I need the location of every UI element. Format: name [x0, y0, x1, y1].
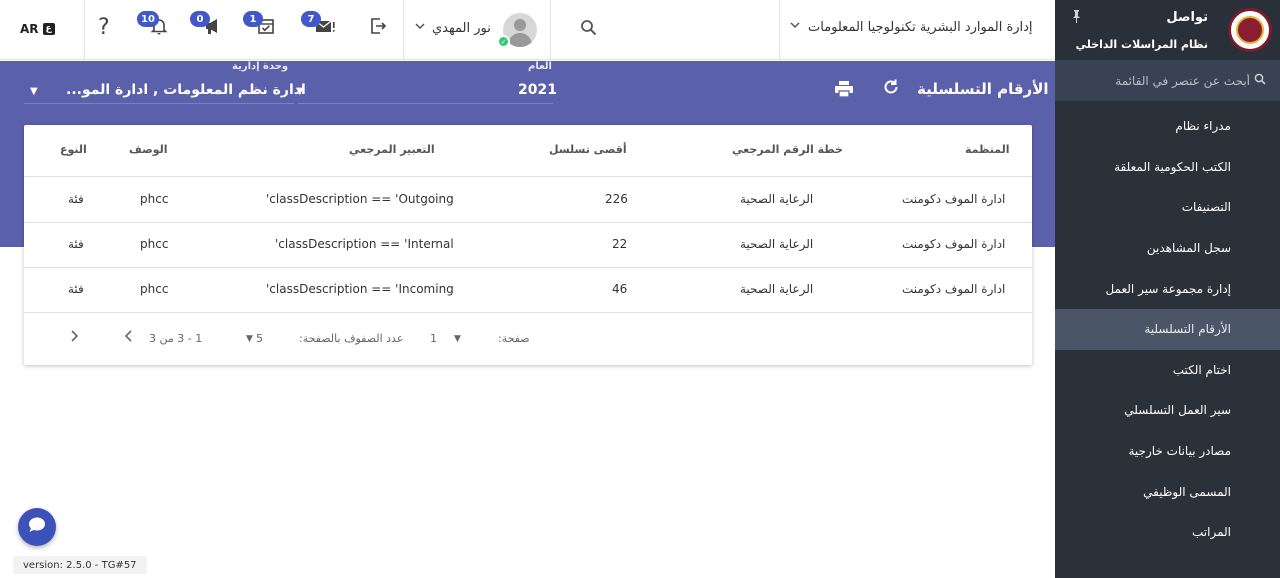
cell-type: فئة: [68, 192, 84, 206]
cell-max-sequence: 46: [612, 282, 628, 296]
language-switcher[interactable]: AR ع: [20, 22, 55, 36]
divider: [24, 176, 1032, 177]
cell-reference-expression: 'classDescription == 'Internal: [275, 237, 454, 251]
chat-bubble-icon: [27, 516, 47, 538]
tasks-count-badge: 1: [243, 11, 263, 27]
notifications-count-badge: 10: [137, 11, 159, 27]
search-icon: [1254, 73, 1266, 88]
sidebar-menu: مدراء نظام الكتب الحكومية المعلقة التصني…: [1055, 106, 1280, 553]
announcements-count-badge: 0: [190, 11, 210, 27]
refresh-icon[interactable]: [882, 78, 900, 101]
app-title: تواصل: [1166, 10, 1208, 25]
divider: [403, 0, 404, 60]
app-subtitle: نظام المراسلات الداخلي: [1075, 38, 1208, 51]
year-label: العام: [528, 61, 552, 72]
divider: [84, 0, 85, 60]
page-select-value: 1: [430, 332, 437, 345]
sidebar-item-workflow-groups[interactable]: إدارة مجموعة سير العمل: [1055, 268, 1280, 309]
cell-description: phcc: [140, 237, 169, 251]
column-header-reference-plan[interactable]: خطة الرقم المرجعي: [732, 143, 843, 156]
pagination-page-label: صفحة:: [498, 332, 530, 345]
page-title: الأرقام التسلسلية: [917, 80, 1049, 98]
sidebar-item-sequential-workflow[interactable]: سير العمل التسلسلي: [1055, 390, 1280, 431]
divider: [24, 222, 1032, 223]
sidebar-item-ranks[interactable]: المراتب: [1055, 512, 1280, 553]
cell-organization: ادارة الموف دكومنت: [902, 192, 1006, 206]
chevron-down-icon: [790, 20, 800, 33]
version-label: version: 2.5.0 - TG#57: [13, 556, 147, 574]
divider: [24, 267, 1032, 268]
print-icon[interactable]: [834, 80, 854, 102]
help-icon[interactable]: ?: [98, 15, 110, 40]
top-bar: إدارة الموارد البشرية تكنولوجيا المعلوما…: [0, 0, 1055, 60]
language-chip-icon: ع: [42, 23, 55, 35]
sidebar-header: تواصل نظام المراسلات الداخلي: [1055, 0, 1280, 60]
sidebar-item-pending-gov-letters[interactable]: الكتب الحكومية المعلقة: [1055, 147, 1280, 188]
user-name: نور المهدي: [432, 21, 491, 36]
mail-count-badge: 7: [301, 11, 321, 27]
logout-icon[interactable]: [369, 17, 387, 40]
divider: [24, 312, 1032, 313]
admin-unit-label: وحدة إدارية: [232, 61, 289, 72]
chevron-left-icon[interactable]: [124, 329, 134, 347]
rows-per-page-label: عدد الصفوف بالصفحة:: [299, 332, 404, 345]
sidebar-item-classifications[interactable]: التصنيفات: [1055, 187, 1280, 228]
year-value: 2021: [518, 82, 557, 98]
cell-organization: ادارة الموف دكومنت: [902, 237, 1006, 251]
rows-per-page-value: 5: [256, 332, 263, 345]
pagination-range: 1 - 3 من 3: [149, 332, 203, 345]
sidebar-item-job-titles[interactable]: المسمى الوظيفي: [1055, 471, 1280, 512]
chevron-right-icon[interactable]: [69, 329, 79, 347]
caret-down-icon: ▼: [246, 334, 253, 344]
cell-reference-expression: 'classDescription == 'Incoming: [266, 282, 454, 296]
cell-description: phcc: [140, 192, 169, 206]
sidebar-item-viewers-log[interactable]: سجل المشاهدين: [1055, 228, 1280, 269]
cell-max-sequence: 22: [612, 237, 628, 251]
admin-unit-field-underline: [24, 103, 294, 104]
sidebar-item-external-data-sources[interactable]: مصادر بيانات خارجية: [1055, 431, 1280, 472]
app-logo: [1228, 8, 1272, 52]
column-header-organization[interactable]: المنظمة: [965, 143, 1010, 156]
cell-organization: ادارة الموف دكومنت: [902, 282, 1006, 296]
cell-type: فئة: [68, 237, 84, 251]
sidebar-item-serial-numbers[interactable]: الأرقام التسلسلية: [1055, 308, 1280, 350]
column-header-max-sequence[interactable]: أقصى تسلسل: [549, 143, 627, 156]
caret-down-icon: ▼: [454, 334, 461, 344]
column-header-type[interactable]: النوع: [60, 143, 87, 156]
language-code: AR: [20, 22, 39, 36]
cell-reference-plan: الرعاية الصحية: [740, 237, 814, 251]
search-icon[interactable]: [580, 19, 597, 40]
divider: [779, 0, 780, 60]
cell-reference-plan: الرعاية الصحية: [740, 282, 814, 296]
sidebar-item-system-admins[interactable]: مدراء نظام: [1055, 106, 1280, 147]
chevron-down-icon: [415, 21, 425, 34]
sidebar: تواصل نظام المراسلات الداخلي مدراء نظام …: [1055, 0, 1280, 578]
cell-max-sequence: 226: [605, 192, 628, 206]
divider: [550, 0, 551, 60]
chat-button[interactable]: [18, 508, 56, 546]
organization-name: إدارة الموارد البشرية تكنولوجيا المعلوما…: [808, 20, 1033, 35]
cell-reference-plan: الرعاية الصحية: [740, 192, 814, 206]
column-header-description[interactable]: الوصف: [129, 143, 168, 156]
sidebar-search-input[interactable]: [1085, 73, 1250, 88]
sidebar-search: [1055, 60, 1280, 101]
admin-unit-value: ادارة نظم المعلومات , ادارة المو...: [66, 82, 306, 98]
pin-icon[interactable]: [1071, 10, 1082, 26]
sidebar-item-letter-stamps[interactable]: اختام الكتب: [1055, 350, 1280, 391]
column-header-reference-expression[interactable]: التعبير المرجعي: [349, 143, 435, 156]
serial-numbers-table: المنظمة خطة الرقم المرجعي أقصى تسلسل الت…: [24, 125, 1032, 365]
online-status-icon: ✓: [497, 35, 510, 48]
year-field-underline: [298, 103, 553, 104]
caret-down-icon: ▼: [30, 86, 38, 97]
cell-description: phcc: [140, 282, 169, 296]
cell-type: فئة: [68, 282, 84, 296]
cell-reference-expression: 'classDescription == 'Outgoing: [266, 192, 454, 206]
